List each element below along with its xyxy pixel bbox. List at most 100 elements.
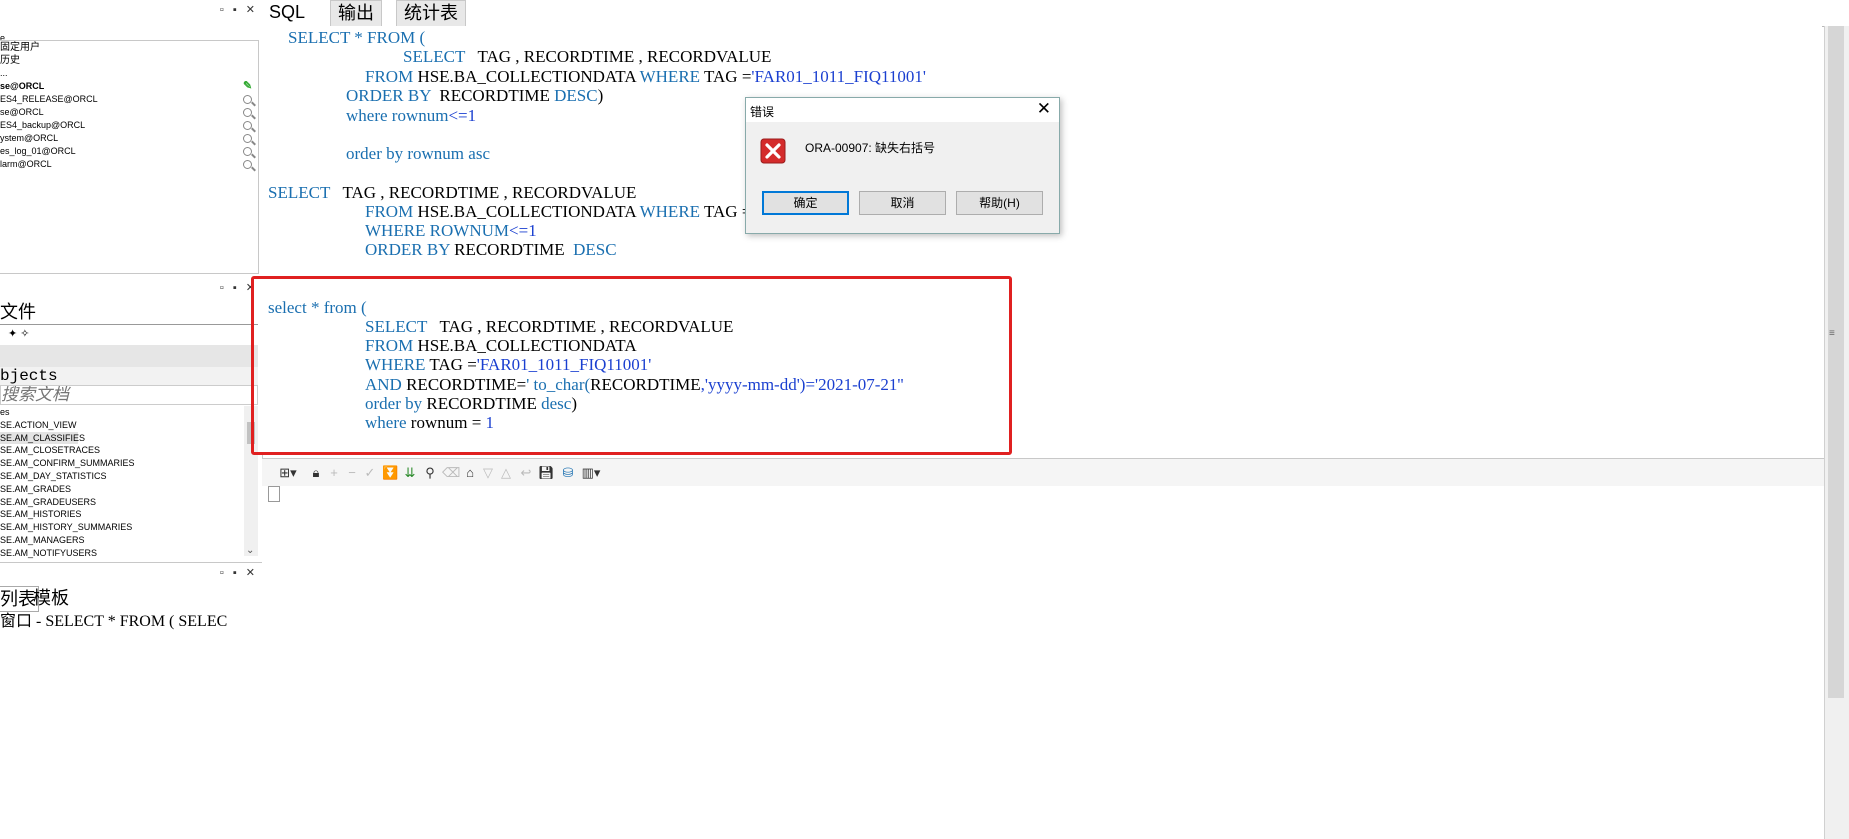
tab-output[interactable]: 输出 xyxy=(330,0,382,26)
connection-label: 历史 xyxy=(0,55,20,66)
code-line: WHERE ROWNUM<=1 xyxy=(365,221,537,240)
browser-filter-bar[interactable] xyxy=(0,345,258,367)
connection-item[interactable]: ystem@ORCL xyxy=(0,132,258,145)
connection-label: se@ORCL xyxy=(0,107,44,117)
connection-icon[interactable]: ⛁ xyxy=(560,465,576,481)
error-message: ORA-00907: 缺失右括号 xyxy=(805,141,936,155)
editor-tab-bar: SQL 输出 统计表 xyxy=(262,0,1849,27)
list-item[interactable]: SE.AM_NOTIFYUSERS xyxy=(0,547,244,560)
list-item[interactable]: SE.AM_GRADEUSERS xyxy=(0,496,244,509)
chart-dropdown-icon[interactable]: ▥▾ xyxy=(578,465,604,481)
query-by-example-icon[interactable]: ⌂ xyxy=(462,465,478,481)
code-line: SELECT * FROM ( xyxy=(288,28,426,47)
connection-item[interactable]: se@ORCL xyxy=(0,106,258,119)
connection-label: ... xyxy=(0,68,8,78)
code-line: FROM HSE.BA_COLLECTIONDATA WHERE TAG ='F xyxy=(365,202,764,221)
connection-item[interactable]: es_log_01@ORCL xyxy=(0,145,258,158)
tab-sql[interactable]: SQL xyxy=(262,0,312,25)
highlight-box xyxy=(251,276,1012,455)
connections-tree: 固定用户 历史 ... se@ORCL ✎ ES4_RELEASE@ORCL s… xyxy=(0,40,259,274)
connection-label: 固定用户 xyxy=(0,42,40,53)
next-record-icon[interactable]: △ xyxy=(498,465,514,481)
list-item[interactable]: SE.AM_CLOSETRACES xyxy=(0,444,244,457)
connections-panel-header: ▫ ▪ ✕ xyxy=(0,0,262,20)
connection-item[interactable]: 历史 xyxy=(0,54,258,67)
connection-label: larm@ORCL xyxy=(0,159,52,169)
close-icon[interactable]: ✕ xyxy=(1037,99,1051,119)
browser-section: bjects xyxy=(0,367,258,386)
list-item[interactable]: SE.AM_DAY_STATISTICS xyxy=(0,470,244,483)
code-line: SELECT TAG , RECORDTIME , RECORDVALUE xyxy=(403,47,772,66)
code-line: FROM HSE.BA_COLLECTIONDATA WHERE TAG ='F… xyxy=(365,67,926,86)
list-item[interactable]: SE.AM_GRADES xyxy=(0,483,244,496)
grip-icon: ≡ xyxy=(1829,328,1835,339)
connection-item[interactable]: ES4_backup@ORCL xyxy=(0,119,258,132)
connection-item[interactable]: ... xyxy=(0,67,258,80)
grid-view-icon[interactable]: ⊞▾ xyxy=(274,465,302,481)
search-icon xyxy=(243,147,252,156)
delete-row-icon[interactable]: − xyxy=(344,465,360,481)
browser-title: 文件 xyxy=(0,300,258,325)
connected-icon: ✎ xyxy=(243,80,253,92)
search-icon xyxy=(243,134,252,143)
export-icon[interactable]: ↩ xyxy=(518,465,534,481)
fetch-next-icon[interactable]: ⏬ xyxy=(382,465,398,481)
list-item[interactable]: es xyxy=(0,406,244,419)
chevron-down-icon[interactable]: ⌄ xyxy=(246,545,254,556)
windows-panel-header: ▫ ▪ ✕ xyxy=(0,562,262,583)
search-icon xyxy=(243,160,252,169)
search-icon xyxy=(243,108,252,117)
browser-panel-header: ▫ ▪ ✕ xyxy=(0,278,262,298)
connection-label: se@ORCL xyxy=(0,81,45,91)
scrollbar-thumb[interactable] xyxy=(1828,26,1844,698)
list-item-selected[interactable]: SE.AM_CLASSIFIES xyxy=(0,431,85,445)
code-line: order by rownum asc xyxy=(346,144,490,163)
lock-icon[interactable]: 🔒︎ xyxy=(308,465,324,481)
connection-label: ES4_backup@ORCL xyxy=(0,120,86,130)
cancel-button[interactable]: 取消 xyxy=(859,191,946,215)
clear-icon[interactable]: ⌫ xyxy=(442,465,460,481)
code-line: ORDER BY RECORDTIME DESC) xyxy=(346,86,604,105)
result-toolbar: ⊞▾ 🔒︎ + − ✓ ⏬ ⇊ ⚲ ⌫ ⌂ ▽ △ ↩ 💾︎ ⛁ ▥▾ xyxy=(262,458,1824,488)
help-button[interactable]: 帮助(H) xyxy=(956,191,1043,215)
list-item[interactable]: SE.AM_MANAGERS xyxy=(0,534,244,547)
code-line: SELECT TAG , RECORDTIME , RECORDVALUE xyxy=(268,183,637,202)
list-item[interactable]: SE.AM_HISTORY_SUMMARIES xyxy=(0,521,244,534)
connection-item[interactable]: larm@ORCL xyxy=(0,158,258,171)
add-row-icon[interactable]: + xyxy=(326,465,342,481)
panel-window-buttons[interactable]: ▫ ▪ ✕ xyxy=(220,566,258,579)
fetch-all-icon[interactable]: ⇊ xyxy=(402,465,418,481)
browser-toolbar[interactable]: ✦ ✧ xyxy=(8,327,38,341)
panel-window-buttons[interactable]: ▫ ▪ ✕ xyxy=(220,3,258,16)
tab-statistics[interactable]: 统计表 xyxy=(396,0,466,26)
window-list-item[interactable]: 窗口 - SELECT * FROM ( SELEC xyxy=(0,612,262,632)
list-item[interactable]: SE.ACTION_VIEW xyxy=(0,419,244,432)
document-search-input[interactable] xyxy=(0,385,258,405)
connection-item[interactable]: ES4_RELEASE@ORCL xyxy=(0,93,258,106)
connection-label: es_log_01@ORCL xyxy=(0,146,76,156)
dialog-title: 错误 xyxy=(750,105,775,119)
list-item[interactable]: SE.AM_CONFIRM_SUMMARIES xyxy=(0,457,244,470)
results-grid[interactable] xyxy=(262,486,1824,839)
editor-vertical-scrollbar[interactable]: ≡ xyxy=(1824,26,1849,839)
search-icon xyxy=(243,95,252,104)
dialog-titlebar: 错误 ✕ xyxy=(746,98,1059,122)
find-icon[interactable]: ⚲ xyxy=(422,465,438,481)
connection-item[interactable]: 固定用户 xyxy=(0,41,258,54)
tab-template[interactable]: 模板 xyxy=(33,586,69,610)
post-changes-icon[interactable]: ✓ xyxy=(362,465,378,481)
connection-label: ES4_RELEASE@ORCL xyxy=(0,94,98,104)
left-column: ▫ ▪ ✕ e 固定用户 历史 ... se@ORCL ✎ ES4_RELEAS… xyxy=(0,0,263,839)
connection-item[interactable]: se@ORCL ✎ xyxy=(0,80,258,93)
ok-button[interactable]: 确定 xyxy=(762,191,849,215)
connection-label: ystem@ORCL xyxy=(0,133,59,143)
list-item[interactable]: SE.AM_HISTORIES xyxy=(0,508,244,521)
save-icon[interactable]: 💾︎ xyxy=(538,465,555,481)
code-line: where rownum<=1 xyxy=(346,106,477,125)
previous-record-icon[interactable]: ▽ xyxy=(480,465,496,481)
browser-object-list[interactable]: es SE.ACTION_VIEW SE.AM_CLASSIFIES SE.AM… xyxy=(0,406,244,558)
error-dialog: 错误 ✕ ORA-00907: 缺失右括号 确定 取消 帮助(H) xyxy=(745,97,1060,234)
code-line: ORDER BY RECORDTIME DESC xyxy=(365,240,617,259)
grid-corner-cell[interactable] xyxy=(268,486,280,502)
error-icon xyxy=(760,138,786,164)
